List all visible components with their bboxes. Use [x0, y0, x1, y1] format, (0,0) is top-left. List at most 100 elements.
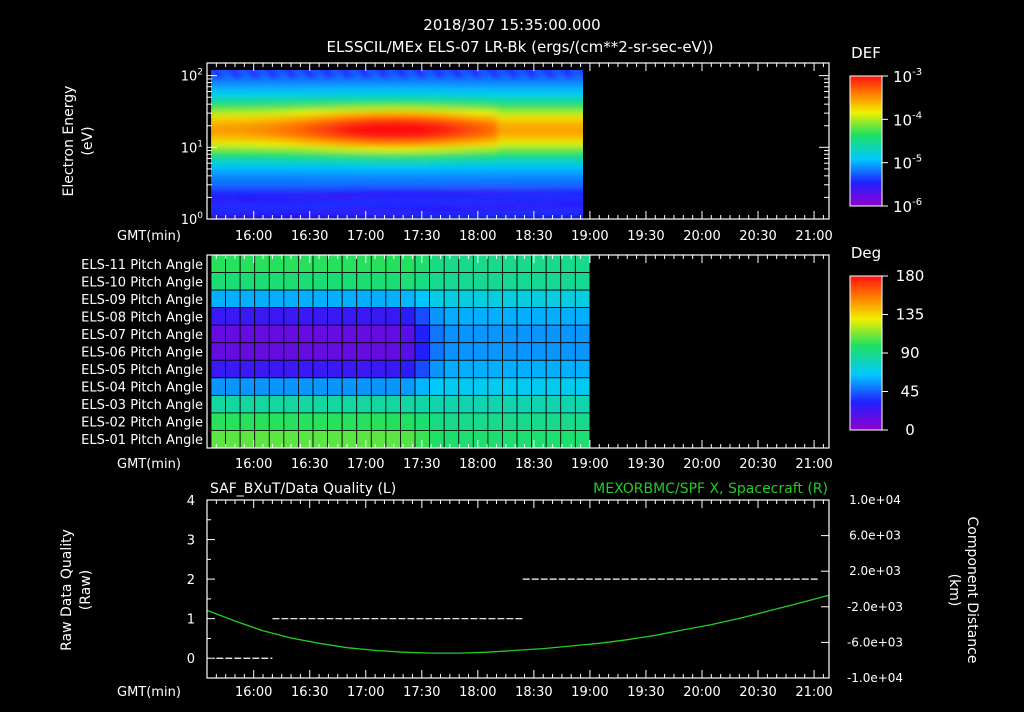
spectrogram-cell: [528, 161, 535, 168]
spectrogram-cell: [213, 99, 220, 106]
spectrogram-cell: [435, 130, 443, 137]
spectrogram-cell: [466, 63, 473, 69]
spectrogram-cell: [528, 89, 535, 95]
spectrogram-cell: [521, 161, 529, 168]
spectrogram-cell: [447, 115, 455, 121]
spectrogram-cell: [244, 161, 251, 168]
spectrogram-cell: [299, 193, 307, 199]
pitch-angle-cell: [516, 307, 533, 326]
spectrogram-cell: [577, 193, 583, 199]
spectrogram-cell: [355, 135, 362, 142]
spectrogram-cell: [386, 78, 393, 85]
spectrogram-cell: [336, 99, 344, 106]
spectrogram-cell: [410, 161, 418, 168]
spectrogram-cell: [404, 193, 412, 199]
pitch-angle-cell: [531, 272, 547, 291]
spectrogram-cell: [515, 182, 523, 189]
spectrogram-cell: [416, 99, 424, 106]
spectrogram-cell: [361, 83, 369, 90]
spectrogram-cell: [299, 177, 307, 184]
spectrogram-cell: [268, 89, 276, 95]
spectrogram-cell: [324, 83, 332, 90]
spectrogram-cell: [540, 203, 548, 210]
spectrogram-cell: [231, 151, 239, 158]
spectrogram-blur-group: [211, 63, 591, 220]
spectrogram-cell: [305, 177, 313, 184]
spectrogram-cell: [454, 167, 461, 173]
pitch-angle-cell: [414, 359, 430, 379]
spectrogram-cell: [552, 177, 560, 184]
spectrogram-cell: [484, 115, 492, 121]
spectrogram-cell: [213, 125, 220, 132]
pitch-angle-cell: [356, 394, 372, 414]
spectrogram-cell: [541, 63, 548, 69]
pitch-angle-cell: [225, 430, 241, 449]
spectrogram-cell: [287, 130, 295, 137]
spectrogram-cell: [515, 172, 523, 178]
spectrogram-cell: [299, 130, 307, 137]
spectrogram-cell: [231, 94, 239, 100]
spectrogram-cell: [330, 70, 338, 74]
spectrogram-cell: [361, 73, 369, 80]
spectrogram-cell: [373, 151, 381, 158]
time-tick-label: 20:30: [739, 685, 776, 700]
spectrogram-cell: [392, 177, 400, 184]
spectrogram-cell: [324, 120, 332, 126]
spectrogram-cell: [398, 156, 406, 163]
spectrogram-ylabel: Electron Energy: [61, 86, 77, 197]
spectrogram-cell: [454, 104, 461, 111]
spectrogram-cell: [293, 73, 301, 80]
pitch-angle-cell: [385, 412, 401, 431]
spectrogram-cell: [256, 141, 264, 147]
spectrogram-cell: [213, 120, 220, 126]
pitch-angle-cell: [487, 377, 503, 396]
spectrogram-cell: [478, 172, 486, 178]
spectrogram-cell: [318, 94, 325, 100]
spectrogram-cell: [318, 172, 325, 178]
pitch-angle-cell: [268, 324, 285, 344]
spectrogram-cell: [423, 104, 430, 111]
spectrogram-cell: [367, 70, 375, 74]
spectrogram-cell: [231, 156, 239, 163]
spectrogram-cell: [318, 125, 325, 132]
pitch-angle-grid: [210, 254, 591, 449]
pitch-angle-cell: [502, 359, 518, 379]
spectrogram-cell: [472, 99, 480, 106]
spectrogram-cell: [392, 89, 400, 95]
spectrogram-cell: [211, 125, 214, 132]
pitch-angle-row-label: ELS-02 Pitch Angle: [81, 416, 203, 431]
spectrogram-cell: [379, 73, 387, 80]
spectrogram-cell: [515, 99, 523, 106]
spectrogram-cell: [274, 94, 282, 100]
pitch-angle-cell: [385, 324, 401, 344]
spectrogram-cell: [373, 99, 381, 106]
spectrogram-cell: [484, 167, 492, 173]
spectrogram-cell: [528, 146, 535, 152]
pitch-angle-cell: [283, 342, 299, 361]
spectrogram-cell: [305, 99, 313, 106]
spectrogram-cell: [324, 156, 332, 163]
pitch-angle-cell: [312, 342, 328, 361]
spectrogram-cell: [522, 63, 529, 69]
pitch-angle-cell: [531, 412, 547, 431]
spectrogram-cell: [231, 70, 239, 74]
spectrogram-cell: [577, 172, 583, 178]
spectrogram-cell: [577, 125, 583, 132]
spectrogram-cell: [386, 161, 393, 168]
spectrogram-cell: [225, 115, 233, 121]
spectrogram-cell: [534, 125, 542, 132]
spectrogram-cell: [324, 109, 332, 116]
spectrogram-cell: [484, 70, 492, 74]
spectrogram-cell: [237, 156, 245, 163]
spectrogram-cell: [552, 203, 560, 210]
spectrogram-cell: [491, 89, 498, 95]
pitch-angle-panel: ELS-11 Pitch AngleELS-10 Pitch AngleELS-…: [81, 244, 924, 472]
spectrogram-cell: [435, 146, 443, 152]
spectrogram-cell: [584, 203, 591, 209]
spectrogram-cell: [503, 203, 511, 210]
spectrogram-cell: [256, 182, 264, 189]
spectrogram-cell: [416, 193, 424, 199]
spectrogram-cell: [361, 70, 369, 74]
spectrogram-cell: [497, 99, 505, 106]
spectrogram-cell: [318, 156, 325, 163]
